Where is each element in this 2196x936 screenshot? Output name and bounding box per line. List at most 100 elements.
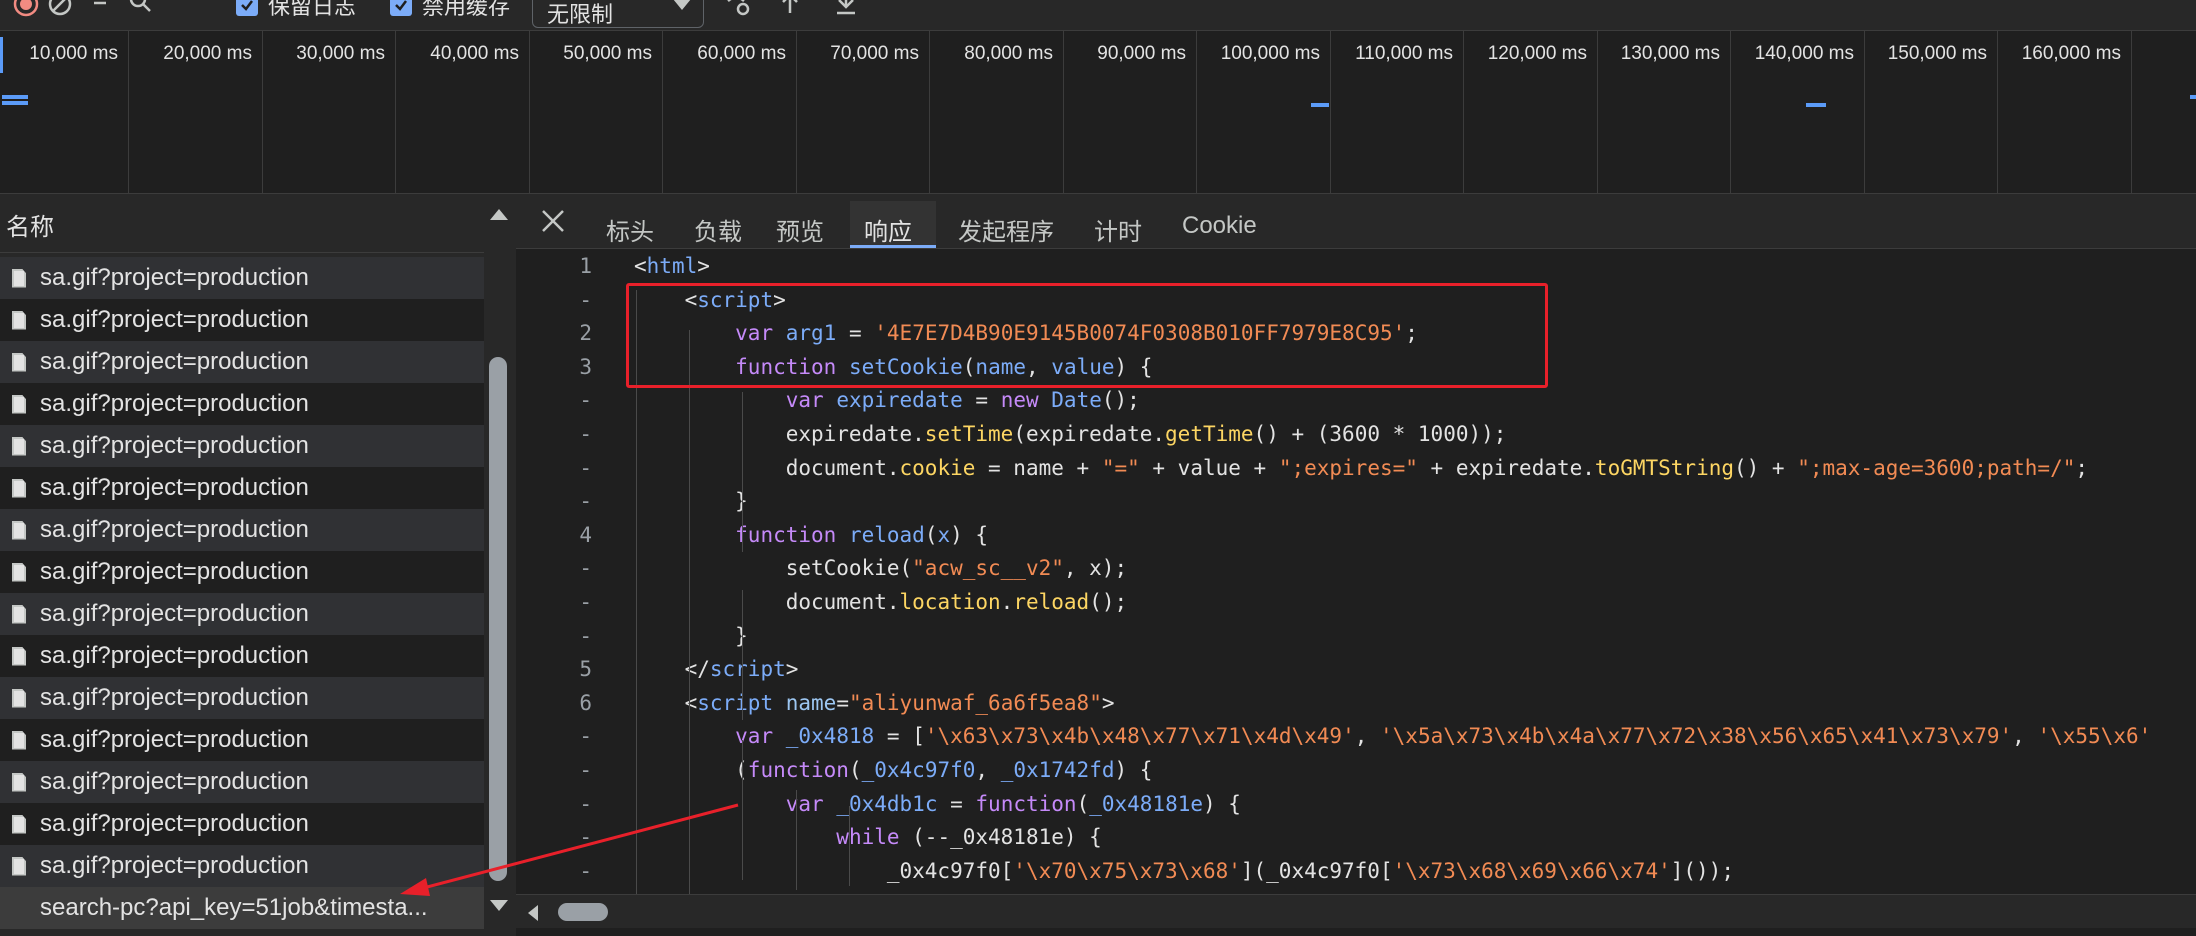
timeline-tick-label: 140,000 ms bbox=[1754, 43, 1854, 64]
chevron-down-icon bbox=[673, 0, 691, 10]
scroll-left-icon[interactable] bbox=[528, 905, 538, 921]
request-name: sa.gif?project=production bbox=[40, 516, 309, 543]
document-icon bbox=[12, 814, 26, 834]
devtools-network-panel: 保留日志 禁用缓存 无限制 10,000 ms 20,000 ms 30,000 m… bbox=[0, 0, 2196, 936]
document-icon bbox=[12, 688, 26, 708]
checkbox-checked-icon bbox=[390, 0, 412, 16]
indent-guide bbox=[742, 740, 743, 880]
network-conditions-icon[interactable] bbox=[720, 0, 752, 20]
code-text: var expiredate = new Date(); bbox=[785, 388, 1140, 413]
tab-timing[interactable]: 计时 bbox=[1094, 212, 1142, 247]
code-line: 5 </script> bbox=[516, 657, 2196, 691]
response-horizontal-scrollbar[interactable] bbox=[516, 894, 2196, 928]
request-row[interactable]: sa.gif?project=production bbox=[0, 467, 484, 509]
tab-response[interactable]: 响应 bbox=[864, 212, 912, 247]
document-icon bbox=[12, 562, 26, 582]
request-name: sa.gif?project=production bbox=[40, 852, 309, 879]
import-har-icon[interactable] bbox=[774, 0, 806, 20]
line-number: - bbox=[579, 758, 592, 782]
line-number: 3 bbox=[579, 354, 592, 379]
request-list-pane: 名称 sa.gif?project=production sa.gif?proje… bbox=[0, 195, 514, 936]
scroll-down-icon[interactable] bbox=[490, 900, 508, 911]
request-name: sa.gif?project=production bbox=[40, 264, 309, 291]
code-text: (function(_0x4c97f0, _0x1742fd) { bbox=[634, 758, 1153, 782]
request-row[interactable]: sa.gif?project=production bbox=[0, 257, 484, 299]
timeline-request-bar bbox=[2, 101, 28, 105]
document-icon bbox=[12, 604, 26, 624]
timeline-tick-label: 70,000 ms bbox=[830, 43, 919, 64]
document-icon bbox=[12, 310, 26, 330]
document-icon bbox=[12, 478, 26, 498]
indent-guide bbox=[742, 590, 743, 720]
scrollbar-thumb[interactable] bbox=[558, 903, 608, 921]
line-number: - bbox=[579, 556, 592, 581]
document-icon bbox=[12, 394, 26, 414]
timeline-overview[interactable]: 10,000 ms 20,000 ms 30,000 ms 40,000 ms 50,0… bbox=[0, 31, 2196, 194]
tab-headers[interactable]: 标头 bbox=[606, 212, 654, 247]
request-row[interactable]: sa.gif?project=production bbox=[0, 719, 484, 761]
record-icon[interactable] bbox=[10, 0, 42, 20]
scroll-up-icon[interactable] bbox=[490, 209, 508, 220]
timeline-tick-label: 100,000 ms bbox=[1220, 43, 1320, 64]
request-row[interactable]: sa.gif?project=production bbox=[0, 341, 484, 383]
request-name: sa.gif?project=production bbox=[40, 306, 309, 333]
request-row[interactable]: sa.gif?project=production bbox=[0, 635, 484, 677]
timeline-tick-label: 130,000 ms bbox=[1620, 43, 1720, 64]
request-name: sa.gif?project=production bbox=[40, 768, 309, 795]
request-row[interactable]: sa.gif?project=production bbox=[0, 761, 484, 803]
timeline-tick-label: 160,000 ms bbox=[2021, 43, 2121, 64]
code-line: - var expiredate = new Date(); bbox=[516, 388, 2196, 422]
close-icon[interactable] bbox=[539, 207, 567, 235]
document-icon bbox=[12, 436, 26, 456]
code-text: <html> bbox=[634, 254, 710, 278]
timeline-request-bar bbox=[2190, 95, 2196, 99]
line-number: 6 bbox=[579, 690, 592, 715]
clear-icon[interactable] bbox=[44, 0, 76, 20]
preserve-log-checkbox[interactable]: 保留日志 bbox=[236, 0, 356, 19]
request-row[interactable]: sa.gif?project=production bbox=[0, 803, 484, 845]
code-line: 6 <script name="aliyunwaf_6a6f5ea8"> bbox=[516, 691, 2196, 725]
request-row[interactable]: sa.gif?project=production bbox=[0, 299, 484, 341]
indent-guide bbox=[796, 790, 797, 890]
code-line: - var _0x4db1c = function(_0x48181e) { bbox=[516, 792, 2196, 826]
timeline-tick-label: 60,000 ms bbox=[697, 43, 786, 64]
code-text: expiredate.setTime(expiredate.getTime() … bbox=[634, 422, 1507, 446]
timeline-tick-label: 80,000 ms bbox=[964, 43, 1053, 64]
tab-cookie[interactable]: Cookie bbox=[1182, 212, 1257, 240]
request-row[interactable]: sa.gif?project=production bbox=[0, 677, 484, 719]
line-number: - bbox=[579, 287, 592, 312]
request-row[interactable]: sa.gif?project=production bbox=[0, 551, 484, 593]
request-row-selected[interactable]: search-pc?api_key=51job&timesta... bbox=[0, 887, 484, 929]
request-list-scrollbar[interactable] bbox=[484, 195, 514, 936]
disable-cache-checkbox[interactable]: 禁用缓存 bbox=[390, 0, 510, 19]
checkbox-checked-icon bbox=[236, 0, 258, 16]
name-column-header[interactable]: 名称 bbox=[0, 195, 484, 253]
line-number: 4 bbox=[579, 522, 592, 547]
search-icon[interactable] bbox=[124, 0, 156, 20]
request-row[interactable]: sa.gif?project=production bbox=[0, 593, 484, 635]
annotation-highlight-box bbox=[626, 283, 1548, 388]
filter-icon[interactable] bbox=[84, 0, 116, 20]
tab-initiator[interactable]: 发起程序 bbox=[958, 212, 1054, 247]
scrollbar-thumb[interactable] bbox=[489, 357, 507, 881]
document-icon bbox=[12, 268, 26, 288]
throttling-select[interactable]: 无限制 bbox=[532, 0, 704, 28]
line-number: - bbox=[579, 791, 592, 816]
export-har-icon[interactable] bbox=[830, 0, 862, 20]
request-row[interactable]: sa.gif?project=production bbox=[0, 509, 484, 551]
request-row[interactable]: sa.gif?project=production bbox=[0, 383, 484, 425]
line-number: 2 bbox=[579, 321, 592, 346]
tab-preview[interactable]: 预览 bbox=[776, 212, 824, 247]
timeline-tick-label: 170,0 bbox=[2130, 43, 2196, 65]
request-name: sa.gif?project=production bbox=[40, 558, 309, 585]
request-name: sa.gif?project=production bbox=[40, 810, 309, 837]
line-number: - bbox=[579, 388, 592, 413]
tab-payload[interactable]: 负载 bbox=[694, 212, 742, 247]
timeline-tick-label: 30,000 ms bbox=[296, 43, 385, 64]
request-row[interactable]: sa.gif?project=production bbox=[0, 425, 484, 467]
code-text: _0x4c97f0['\x70\x75\x73\x68'](_0x4c97f0[… bbox=[634, 858, 1734, 883]
code-text: var _0x4818 = ['\x63\x73\x4b\x48\x77\x71… bbox=[735, 724, 2152, 749]
code-text: } bbox=[634, 623, 748, 648]
request-row[interactable]: sa.gif?project=production bbox=[0, 845, 484, 887]
request-name: sa.gif?project=production bbox=[40, 474, 309, 501]
